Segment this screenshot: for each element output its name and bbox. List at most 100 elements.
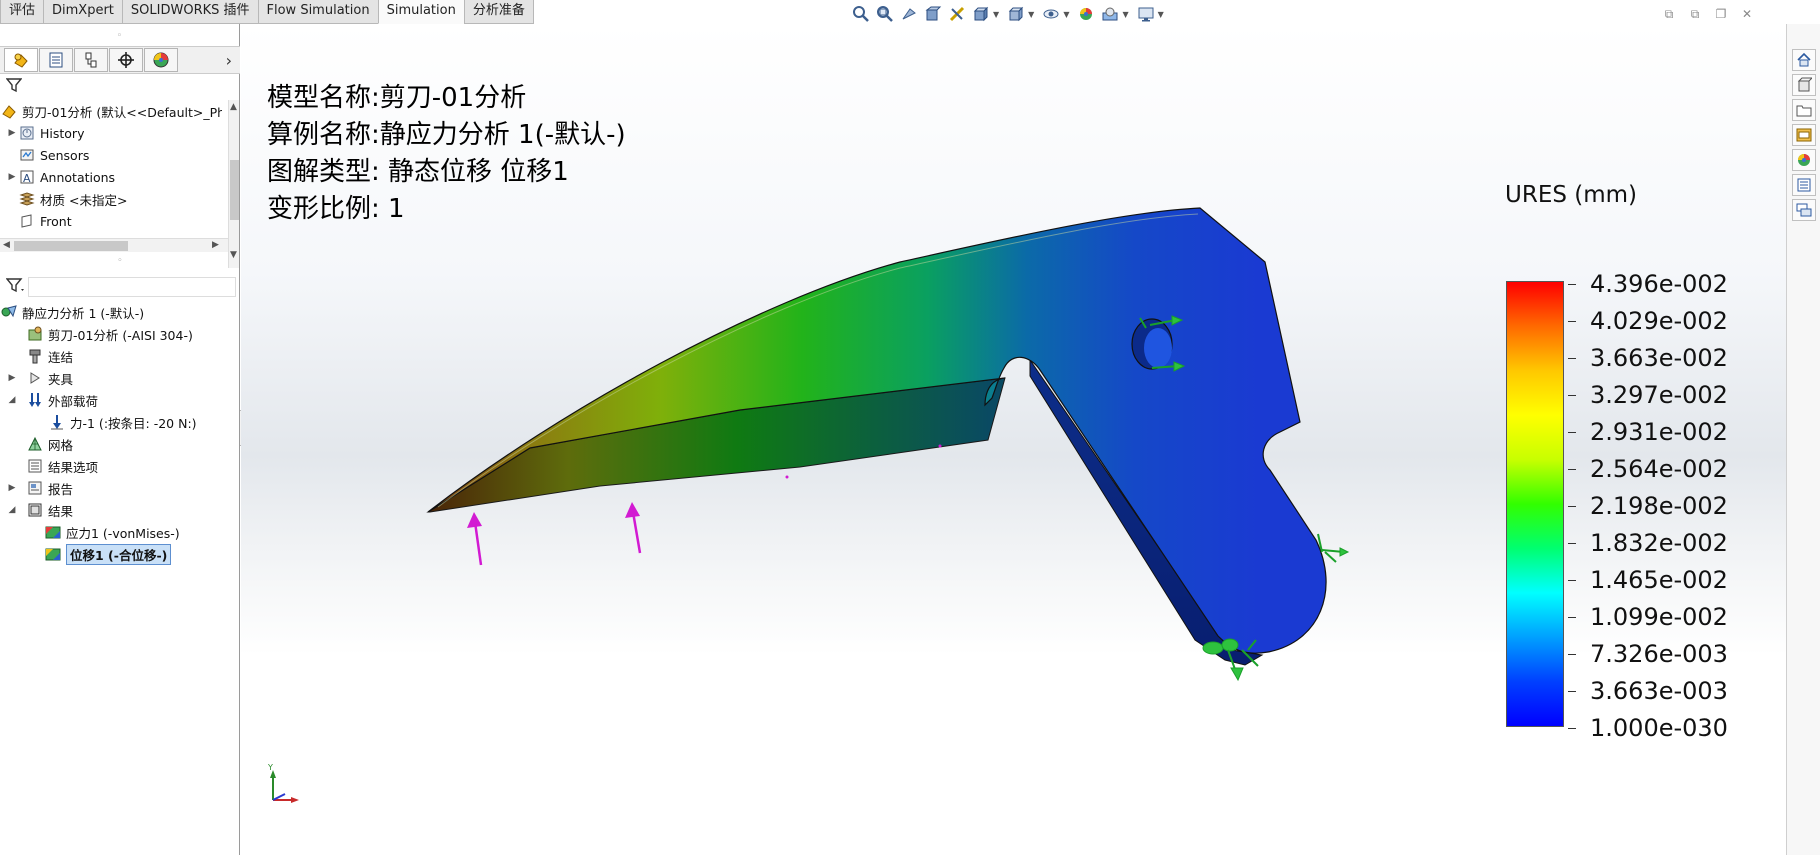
section-view-icon[interactable] — [922, 4, 944, 24]
tab-flow-simulation[interactable]: Flow Simulation — [257, 0, 379, 24]
dynamic-annotation-icon[interactable] — [946, 4, 968, 24]
legend-value: 7.326e-003 — [1590, 640, 1728, 668]
feature-filter[interactable] — [0, 74, 240, 100]
tab-dimxpert[interactable]: DimXpert — [43, 0, 123, 24]
zoom-to-fit-icon[interactable] — [850, 4, 872, 24]
expand-arrow-icon[interactable]: ▶ — [6, 373, 18, 383]
tree-item-label: 外部载荷 — [48, 393, 99, 409]
file-explorer-icon[interactable] — [1792, 99, 1816, 121]
legend-row: 3.297e-002 — [1568, 381, 1728, 409]
zoom-to-area-icon[interactable] — [874, 4, 896, 24]
feature-tree-horizontal-scrollbar[interactable]: ◀ ▶ — [0, 238, 228, 252]
tree-root[interactable]: 剪刀-01分析 (默认<<Default>_Phot — [0, 100, 240, 122]
graphics-area[interactable]: 模型名称:剪刀-01分析 算例名称:静应力分析 1(-默认-) 图解类型: 静态… — [241, 24, 1786, 855]
displaymanager-tab-icon[interactable] — [144, 48, 178, 72]
tree-item-connections[interactable]: 连结 — [0, 345, 240, 367]
view-orientation-icon[interactable] — [970, 4, 992, 24]
featuremanager-tab-icon[interactable] — [4, 48, 38, 72]
chevron-down-icon[interactable]: ▼ — [1158, 10, 1164, 19]
tree-item-annotations[interactable]: ▶ A Annotations — [0, 166, 240, 188]
study-root-label: 静应力分析 1 (-默认-) — [22, 305, 145, 321]
display-style-icon[interactable] — [1005, 4, 1027, 24]
tree-item-force-1[interactable]: 力-1 (:按条目: -20 N:) — [0, 411, 240, 433]
expand-arrow-icon[interactable]: ▶ — [6, 128, 18, 138]
splitter-grip-middle[interactable]: ◦ — [0, 254, 240, 268]
tree-item-report[interactable]: ▶ 报告 — [0, 477, 240, 499]
tab-evaluate[interactable]: 评估 — [0, 0, 45, 24]
tree-item-results[interactable]: ◢ 结果 — [0, 499, 240, 521]
tile-left-icon[interactable]: ⧉ — [1656, 6, 1682, 22]
chevron-down-icon[interactable]: ▼ — [1028, 10, 1034, 19]
chevron-down-icon[interactable]: ▼ — [1063, 10, 1069, 19]
collapse-arrow-icon[interactable]: ◢ — [6, 505, 18, 515]
legend-row: 2.564e-002 — [1568, 455, 1728, 483]
collapse-arrow-icon[interactable]: ◢ — [6, 395, 18, 405]
scroll-left-arrow-icon[interactable]: ◀ — [3, 240, 10, 250]
annotations-icon: A — [18, 168, 36, 186]
part-icon — [26, 325, 44, 343]
simulation-filter[interactable] — [0, 274, 240, 300]
expand-arrow-icon[interactable]: ▶ — [6, 172, 18, 182]
view-palette-icon[interactable] — [1792, 124, 1816, 146]
displacement-plot-icon — [44, 545, 62, 563]
result-options-icon — [26, 457, 44, 475]
legend-row: 4.396e-002 — [1568, 270, 1728, 298]
dimxpertmanager-tab-icon[interactable] — [109, 48, 143, 72]
propertymanager-tab-icon[interactable] — [39, 48, 73, 72]
tree-item-fixtures[interactable]: ▶ 夹具 — [0, 367, 240, 389]
hide-show-items-icon[interactable] — [1040, 4, 1062, 24]
tree-item-external-loads[interactable]: ◢ 外部载荷 — [0, 389, 240, 411]
tree-item-sensors[interactable]: Sensors — [0, 144, 240, 166]
splitter-grip-top[interactable]: ◦ — [0, 24, 239, 48]
tree-item-result-options[interactable]: 结果选项 — [0, 455, 240, 477]
close-icon[interactable]: ✕ — [1734, 6, 1760, 22]
tree-item-stress-plot[interactable]: 应力1 (-vonMises-) — [0, 521, 240, 543]
tree-item-part[interactable]: 剪刀-01分析 (-AISI 304-) — [0, 323, 240, 345]
previous-view-icon[interactable] — [898, 4, 920, 24]
sensors-icon — [18, 146, 36, 164]
tab-simulation[interactable]: Simulation — [377, 0, 465, 24]
scrollbar-thumb[interactable] — [14, 241, 128, 251]
tree-item-label: 应力1 (-vonMises-) — [66, 525, 180, 541]
legend-color-bar[interactable] — [1506, 281, 1564, 727]
apply-scene-icon[interactable] — [1099, 4, 1121, 24]
tree-item-displacement-plot[interactable]: 位移1 (-合位移-) — [0, 543, 240, 565]
edit-appearance-icon[interactable] — [1075, 4, 1097, 24]
manager-pane: ◦ › 剪刀-01分析 (默认<<Default>_Phot ▶ History… — [0, 24, 240, 855]
report-icon — [26, 479, 44, 497]
legend-value: 3.663e-002 — [1590, 344, 1728, 372]
filter-input[interactable] — [28, 277, 236, 297]
tree-item-material[interactable]: 材质 <未指定> — [0, 188, 240, 210]
home-icon[interactable] — [1792, 49, 1816, 71]
feature-tree-vertical-scrollbar[interactable]: ▲ ▼ — [228, 100, 239, 268]
forum-icon[interactable] — [1792, 199, 1816, 221]
view-settings-icon[interactable] — [1135, 4, 1157, 24]
tree-item-label: History — [40, 125, 85, 141]
appearances-icon[interactable] — [1792, 149, 1816, 171]
study-root[interactable]: 静应力分析 1 (-默认-) — [0, 301, 240, 323]
custom-properties-icon[interactable] — [1792, 174, 1816, 196]
tree-item-label: 结果 — [48, 503, 74, 519]
scroll-up-arrow-icon[interactable]: ▲ — [230, 102, 237, 112]
tab-solidworks-addins[interactable]: SOLIDWORKS 插件 — [121, 0, 259, 24]
chevron-down-icon[interactable]: ▼ — [993, 10, 999, 19]
scrollbar-thumb[interactable] — [230, 160, 239, 220]
scroll-right-arrow-icon[interactable]: ▶ — [212, 240, 219, 250]
configurationmanager-tab-icon[interactable] — [74, 48, 108, 72]
tab-analysis-prep[interactable]: 分析准备 — [463, 0, 534, 24]
legend-value: 1.000e-030 — [1590, 714, 1728, 742]
legend-row: 1.099e-002 — [1568, 603, 1728, 631]
tree-item-front-plane[interactable]: Front — [0, 210, 240, 232]
restore-icon[interactable]: ❐ — [1708, 6, 1734, 22]
expand-arrow-icon[interactable]: ▶ — [6, 483, 18, 493]
chevron-down-icon[interactable]: ▼ — [1122, 10, 1128, 19]
tree-item-mesh[interactable]: 网格 — [0, 433, 240, 455]
tree-item-history[interactable]: ▶ History — [0, 122, 240, 144]
static-study-icon — [0, 303, 18, 321]
tile-right-icon[interactable]: ⧉ — [1682, 6, 1708, 22]
tree-root-label: 剪刀-01分析 (默认<<Default>_Phot — [22, 104, 222, 120]
design-library-icon[interactable] — [1792, 74, 1816, 96]
triad-y-label: Y — [267, 764, 273, 772]
legend-value: 4.396e-002 — [1590, 270, 1728, 298]
chevron-right-icon[interactable]: › — [226, 51, 232, 70]
